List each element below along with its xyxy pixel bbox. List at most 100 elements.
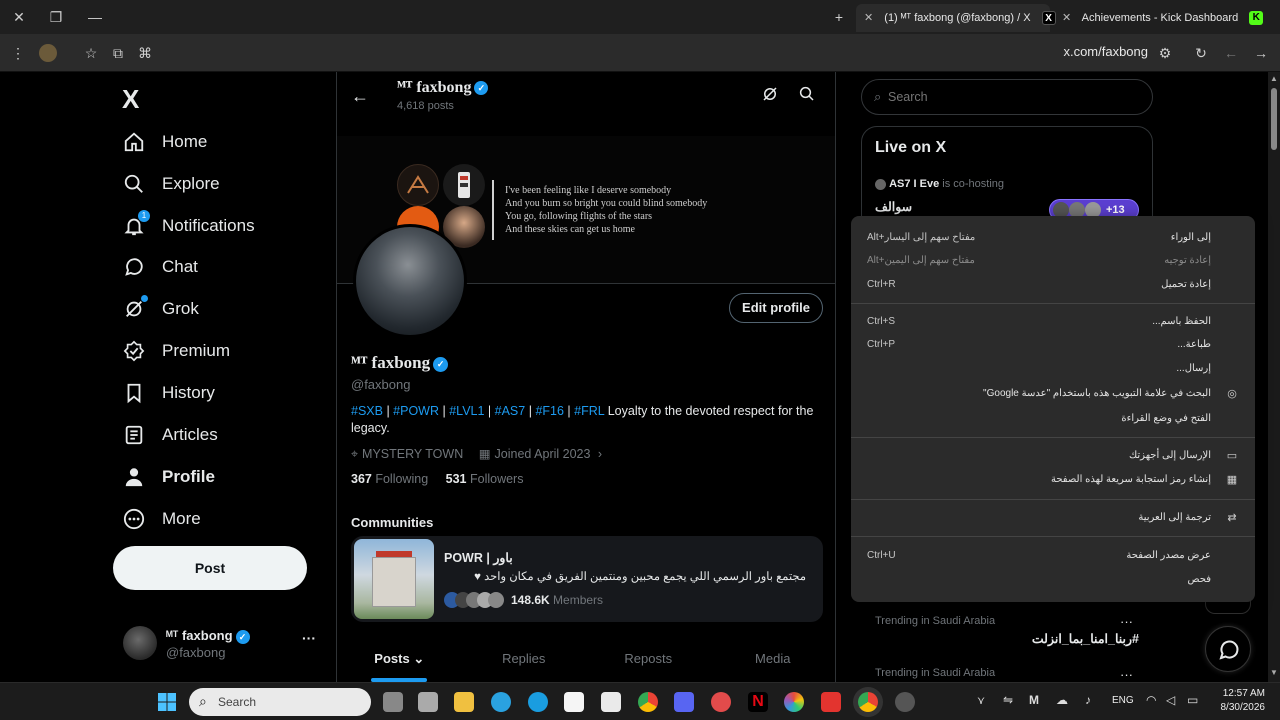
tab-close-icon[interactable]: ✕ xyxy=(864,12,873,24)
community-card[interactable]: POWR | باور مجتمع باور الرسمي اللي يجمع … xyxy=(351,536,823,622)
hashtag-link[interactable]: #SXB xyxy=(351,404,383,418)
ms-store-icon[interactable] xyxy=(564,692,584,712)
following-link[interactable]: 367 Following xyxy=(351,472,428,486)
window-restore-icon[interactable]: ❐ xyxy=(42,0,70,34)
trend-more-icon[interactable]: ··· xyxy=(1120,614,1133,629)
install-app-icon[interactable]: ⧉ xyxy=(108,43,128,63)
space-title[interactable]: سوالف xyxy=(875,199,912,214)
language-indicator[interactable]: ENG xyxy=(1112,695,1134,706)
menu-item-send-to-devices[interactable]: ▭ الإرسال إلى أجهزتك xyxy=(851,445,1255,468)
hashtag-link[interactable]: #POWR xyxy=(393,404,439,418)
tray-chevron-icon[interactable]: ⋎ xyxy=(977,694,985,707)
discord-icon[interactable] xyxy=(674,692,694,712)
file-explorer-icon[interactable] xyxy=(454,692,474,712)
nav-premium[interactable]: Premium xyxy=(120,331,230,371)
nav-articles[interactable]: Articles xyxy=(120,415,218,455)
followers-link[interactable]: 531 Followers xyxy=(446,472,524,486)
battery-icon[interactable]: ▭ xyxy=(1187,693,1198,707)
hashtag-link[interactable]: #AS7 xyxy=(495,404,526,418)
menu-item-translate[interactable]: ⇄ ترجمة إلى العربية xyxy=(851,507,1255,530)
menu-item-reload[interactable]: إعادة تحميل Ctrl+R xyxy=(851,274,1255,297)
menu-item-save-as[interactable]: الحفظ باسم... Ctrl+S xyxy=(851,311,1255,334)
scroll-up-icon[interactable]: ▲ xyxy=(1270,74,1278,83)
tab-media[interactable]: Media xyxy=(711,638,836,682)
page-scrollbar[interactable]: ▲ ▼ xyxy=(1268,72,1280,682)
browser-menu-icon[interactable]: ⋮ xyxy=(8,43,28,63)
windows-start-icon[interactable] xyxy=(157,692,177,712)
nav-notifications[interactable]: 1 Notifications xyxy=(120,206,255,246)
volume-icon[interactable]: ◁ xyxy=(1166,693,1175,707)
account-more-icon[interactable]: ··· xyxy=(302,630,316,646)
profile-avatar-icon[interactable] xyxy=(39,44,57,62)
forward-icon[interactable]: ← xyxy=(1221,43,1241,63)
chevron-right-icon[interactable]: › xyxy=(598,447,602,461)
menu-item-view-source[interactable]: عرض مصدر الصفحة Ctrl+U xyxy=(851,545,1255,568)
chrome-active-icon[interactable] xyxy=(858,692,878,712)
site-settings-icon[interactable]: ⚙ xyxy=(1155,43,1175,63)
trend-more-icon[interactable]: ··· xyxy=(1120,667,1133,682)
edge-icon[interactable] xyxy=(528,692,548,712)
menu-item-qr-code[interactable]: ▦ إنشاء رمز استجابة سريعة لهذه الصفحة xyxy=(851,469,1255,492)
window-close-icon[interactable]: ✕ xyxy=(5,0,33,34)
tab-replies[interactable]: Replies xyxy=(462,638,587,682)
search-profile-icon[interactable] xyxy=(798,85,820,107)
menu-item-back[interactable]: إلى الوراء Alt+مفتاح سهم إلى اليسار xyxy=(851,227,1255,250)
nav-chat[interactable]: Chat xyxy=(120,247,198,287)
profile-avatar[interactable] xyxy=(353,224,467,338)
window-minimize-icon[interactable]: — xyxy=(81,0,109,34)
wps-icon[interactable] xyxy=(821,692,841,712)
account-switcher[interactable]: ᴹᵀ faxbong ✓ @faxbong ··· xyxy=(120,624,328,664)
wifi-icon[interactable]: ◠ xyxy=(1146,693,1156,707)
back-arrow-icon[interactable]: ← xyxy=(351,86,369,107)
tray-cloud-icon[interactable]: ☁ xyxy=(1056,693,1068,707)
tab-reposts[interactable]: Reposts xyxy=(586,638,711,682)
tray-gmail-icon[interactable]: M xyxy=(1029,693,1039,707)
trend-topic[interactable]: #ربنا_امنا_بما_انزلت xyxy=(875,631,1139,646)
back-icon[interactable]: → xyxy=(1251,43,1271,63)
post-button[interactable]: Post xyxy=(113,546,307,590)
edit-profile-button[interactable]: Edit profile xyxy=(729,293,823,323)
netflix-icon[interactable]: N xyxy=(748,692,768,712)
hashtag-link[interactable]: #FRL xyxy=(574,404,604,418)
media-app-icon[interactable] xyxy=(711,692,731,712)
task-view-icon[interactable] xyxy=(383,692,403,712)
live-host-row[interactable]: AS7 I Eve is co-hosting xyxy=(875,178,1004,190)
widgets-icon[interactable] xyxy=(418,692,438,712)
menu-item-send[interactable]: إرسال... xyxy=(851,358,1255,381)
taskbar-search[interactable]: ⌕ Search xyxy=(189,688,371,716)
tab-posts[interactable]: Posts ⌄ xyxy=(337,638,462,682)
hashtag-link[interactable]: #LVL1 xyxy=(449,404,484,418)
menu-item-reading-mode[interactable]: الفتح في وضع القراءة xyxy=(851,408,1255,431)
nav-grok[interactable]: Grok xyxy=(120,289,199,329)
search-input[interactable] xyxy=(888,88,1138,106)
grok-analyze-icon[interactable] xyxy=(761,85,783,107)
nav-home[interactable]: Home xyxy=(120,122,207,162)
nav-profile[interactable]: Profile xyxy=(120,457,215,497)
translate-page-icon[interactable]: ⌘ xyxy=(135,43,155,63)
search-box[interactable]: ⌕ xyxy=(861,79,1153,115)
chrome-icon[interactable] xyxy=(638,692,658,712)
nav-explore[interactable]: Explore xyxy=(120,164,220,204)
nav-history[interactable]: History xyxy=(120,373,215,413)
url-field[interactable]: x.com/faxbong xyxy=(1063,44,1148,59)
telegram-icon[interactable] xyxy=(491,692,511,712)
app-icon[interactable] xyxy=(895,692,915,712)
verified-badge-icon[interactable]: ✓ xyxy=(433,356,449,372)
menu-item-forward[interactable]: إعادة توجيه Alt+مفتاح سهم إلى اليمين xyxy=(851,250,1255,273)
scroll-down-icon[interactable]: ▼ xyxy=(1270,668,1278,677)
hashtag-link[interactable]: #F16 xyxy=(535,404,564,418)
tray-app-icon[interactable]: ⇋ xyxy=(1003,693,1013,707)
menu-item-print[interactable]: طباعة... Ctrl+P xyxy=(851,334,1255,357)
tab-kick[interactable]: ✕ Achievements - Kick Dashboard K xyxy=(1054,4,1264,32)
x-logo-icon[interactable]: X xyxy=(122,84,139,115)
nav-more[interactable]: More xyxy=(120,499,201,539)
bookmark-star-icon[interactable]: ☆ xyxy=(81,43,101,63)
scrollbar-thumb[interactable] xyxy=(1271,88,1277,150)
tab-active[interactable]: ✕ (1) ᴹᵀ faxbong (@faxbong) / X X xyxy=(856,4,1056,32)
reload-icon[interactable]: ↻ xyxy=(1191,43,1211,63)
color-app-icon[interactable] xyxy=(784,692,804,712)
clock[interactable]: 12:57 AM 8/30/2026 xyxy=(1209,687,1266,715)
menu-item-inspect[interactable]: فحص xyxy=(851,569,1255,592)
new-tab-icon[interactable]: + xyxy=(825,0,853,34)
menu-item-google-lens[interactable]: ◎ البحث في علامة التبويب هذه باستخدام "ع… xyxy=(851,383,1255,406)
